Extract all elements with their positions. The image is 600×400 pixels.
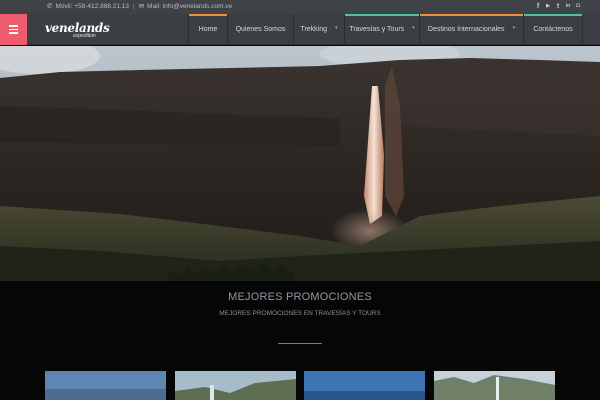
nav-item-destinos[interactable]: Destinos Internacionales ▾ <box>419 14 523 45</box>
promo-card-image[interactable] <box>45 371 166 400</box>
section-subtitle: MEJORES PROMOCIONES EN TRAVESÍAS Y TOURS <box>219 310 381 317</box>
promo-cards <box>45 371 555 400</box>
hero-image-waterfall <box>0 46 600 281</box>
nav-item-trekking[interactable]: Trekking ▾ <box>293 14 344 45</box>
section-divider <box>278 343 322 344</box>
nav-item-label: Home <box>198 26 218 33</box>
instagram-icon[interactable]: ◘ <box>575 3 581 10</box>
phone-icon: ✆ <box>47 3 53 10</box>
mail-label[interactable]: Mail: info@venelands.com.ve <box>147 3 232 10</box>
promo-card-image[interactable] <box>304 371 426 400</box>
nav-item-label: Contáctenos <box>533 26 573 33</box>
youtube-icon[interactable]: ▶ <box>545 3 551 10</box>
section-title: MEJORES PROMOCIONES <box>228 291 372 303</box>
promotions-section: MEJORES PROMOCIONES MEJORES PROMOCIONES … <box>0 281 600 400</box>
hero-illustration <box>0 46 600 281</box>
nav-item-label: Trekking <box>300 26 328 33</box>
dropdown-caret-icon: ▾ <box>512 24 516 31</box>
nav-item-label: Destinos Internacionales <box>427 26 505 33</box>
linkedin-icon[interactable]: in <box>565 3 571 10</box>
nav-accent-bar <box>345 14 419 16</box>
main-navbar: venelands expedition Home Quienes Somos … <box>0 14 600 45</box>
contact-info: ✆ Móvil: +58-412.888.21.13 | ✉ Mail: inf… <box>47 2 232 11</box>
phone-label: Móvil: +58-412.888.21.13 <box>55 2 129 10</box>
nav-item-home[interactable]: Home <box>188 14 227 45</box>
nav-item-quienes-somos[interactable]: Quienes Somos <box>227 14 293 45</box>
hamburger-line <box>9 32 18 34</box>
nav-item-label: Travesías y Tours <box>349 26 405 33</box>
dropdown-caret-icon: ▾ <box>412 24 415 31</box>
social-links: f ▶ t in ◘ <box>535 3 581 10</box>
hamburger-line <box>9 28 18 31</box>
nav-accent-bar <box>189 14 227 16</box>
nav-item-contactenos[interactable]: Contáctenos <box>523 14 583 45</box>
promo-card-image[interactable] <box>433 371 555 400</box>
nav-item-label: Quienes Somos <box>235 26 286 33</box>
nav-item-travesias[interactable]: Travesías y Tours ▾ <box>344 14 419 45</box>
dropdown-caret-icon: ▾ <box>335 24 338 31</box>
top-contact-bar: ✆ Móvil: +58-412.888.21.13 | ✉ Mail: inf… <box>0 0 600 14</box>
nav-accent-bar <box>420 14 523 16</box>
logo-tagline: expedition <box>73 33 96 39</box>
hamburger-line <box>9 25 18 27</box>
promo-card-image[interactable] <box>174 371 296 400</box>
nav-accent-bar <box>524 14 582 16</box>
twitter-icon[interactable]: t <box>555 3 561 10</box>
menu-toggle-button[interactable] <box>0 14 27 45</box>
separator: | <box>133 2 135 10</box>
facebook-icon[interactable]: f <box>535 3 541 10</box>
mail-icon: ✉ <box>138 3 145 10</box>
site-logo[interactable]: venelands expedition <box>45 22 110 39</box>
main-menu: Home Quienes Somos Trekking ▾ Travesías … <box>188 14 583 45</box>
